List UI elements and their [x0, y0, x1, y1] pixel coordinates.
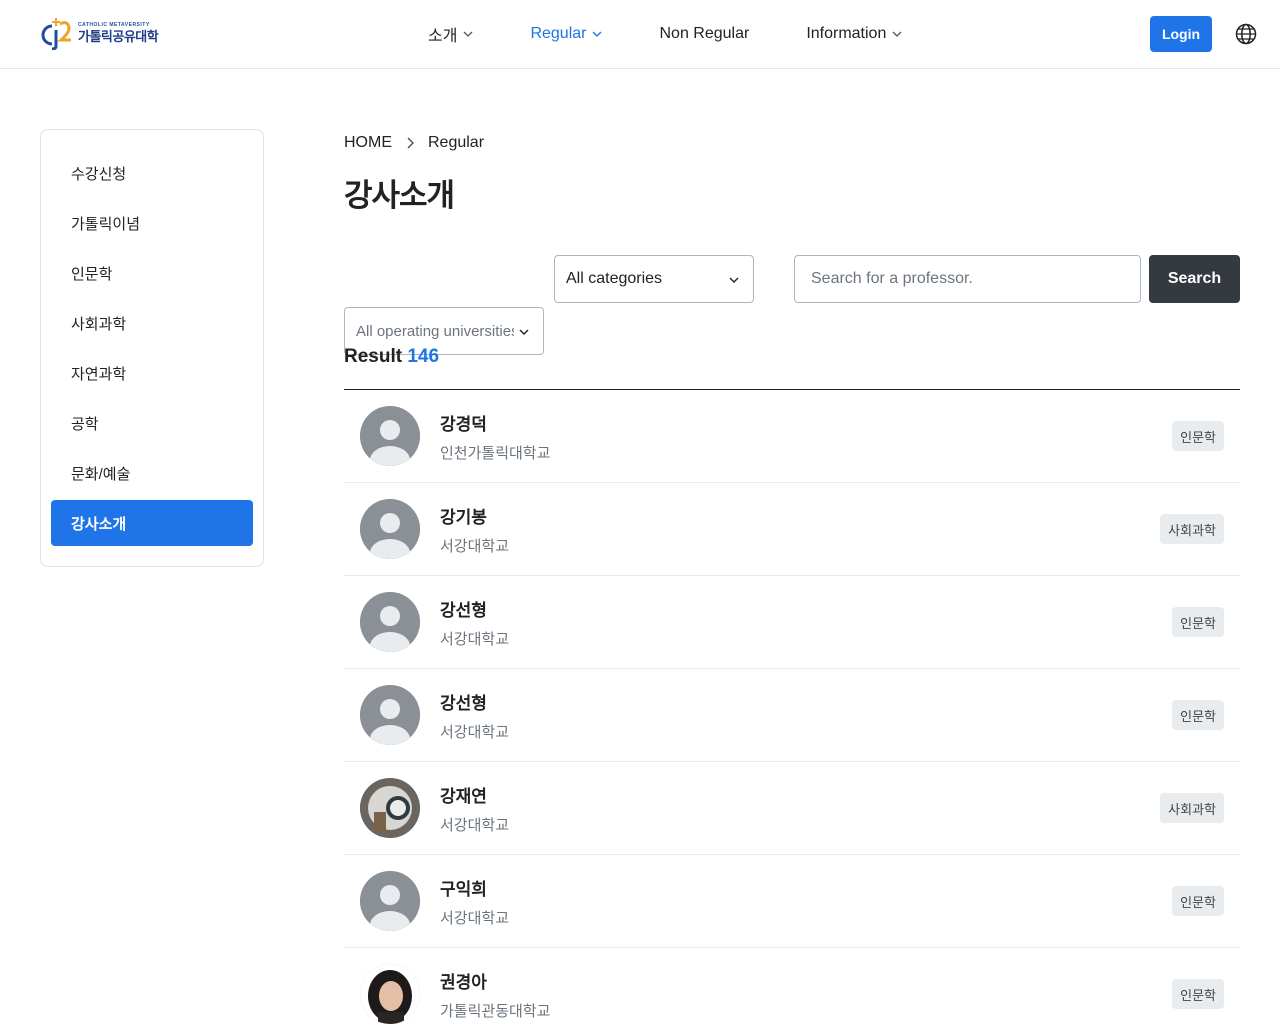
- breadcrumb: HOME Regular: [344, 132, 484, 154]
- category-select-value: All categories: [566, 270, 663, 287]
- sidebar-item-humanities[interactable]: 인문학: [51, 250, 253, 296]
- site-logo[interactable]: CATHOLIC METAVERSITY 가톨릭공유대학: [38, 16, 159, 50]
- nav-item-label: Non Regular: [659, 25, 750, 42]
- avatar-icon: [360, 499, 420, 559]
- nav-item-label: Regular: [530, 25, 587, 42]
- chevron-down-icon: [463, 31, 473, 37]
- avatar-icon: [360, 592, 420, 652]
- university-select-value: All operating universities: [356, 322, 514, 340]
- professor-name: 권경아: [440, 973, 487, 992]
- professor-row[interactable]: 강재연 서강대학교 사회과학: [344, 762, 1240, 855]
- sidebar-item-social-science[interactable]: 사회과학: [51, 300, 253, 346]
- sidebar-item-culture-arts[interactable]: 문화/예술: [51, 450, 253, 496]
- login-button[interactable]: Login: [1150, 16, 1212, 52]
- nav-item-intro[interactable]: 소개: [428, 22, 473, 46]
- page-title: 강사소개: [344, 178, 455, 213]
- professor-university: 가톨릭관동대학교: [440, 1003, 551, 1020]
- chevron-down-icon: [729, 277, 739, 283]
- nav-item-label: 소개: [428, 28, 458, 45]
- professor-name: 구익희: [440, 880, 487, 899]
- breadcrumb-current[interactable]: Regular: [428, 134, 484, 152]
- professor-name: 강경덕: [440, 415, 487, 434]
- globe-icon[interactable]: [1235, 23, 1257, 45]
- breadcrumb-home[interactable]: HOME: [344, 134, 392, 152]
- professor-university: 서강대학교: [440, 817, 510, 834]
- professor-row[interactable]: 강경덕 인천가톨릭대학교 인문학: [344, 390, 1240, 483]
- professor-row[interactable]: 구익희 서강대학교 인문학: [344, 855, 1240, 948]
- nav-item-label: Information: [806, 25, 887, 42]
- category-badge: 인문학: [1172, 979, 1224, 1009]
- professor-name: 강기봉: [440, 508, 487, 527]
- search-button[interactable]: Search: [1149, 255, 1240, 303]
- category-badge: 인문학: [1172, 700, 1224, 730]
- professor-university: 서강대학교: [440, 631, 510, 648]
- category-select[interactable]: All categories: [554, 255, 754, 303]
- professor-university: 서강대학교: [440, 538, 510, 555]
- avatar-photo: [360, 964, 420, 1024]
- sidebar-item-engineering[interactable]: 공학: [51, 400, 253, 446]
- chevron-down-icon: [892, 31, 902, 37]
- professor-row[interactable]: 강선형 서강대학교 인문학: [344, 576, 1240, 669]
- main-nav: 소개 Regular Non Regular Information: [428, 22, 959, 46]
- avatar-photo: [360, 778, 420, 838]
- professor-row[interactable]: 권경아 가톨릭관동대학교 인문학: [344, 948, 1240, 1024]
- chevron-right-icon: [407, 137, 414, 149]
- nav-item-information[interactable]: Information: [806, 22, 902, 46]
- category-badge: 인문학: [1172, 886, 1224, 916]
- category-badge: 인문학: [1172, 421, 1224, 451]
- professor-name: 강선형: [440, 694, 487, 713]
- category-badge: 인문학: [1172, 607, 1224, 637]
- result-label: Result: [344, 346, 403, 367]
- professor-list: 강경덕 인천가톨릭대학교 인문학 강기봉 서강대학교 사회과학 강선형 서강대학…: [344, 390, 1240, 1024]
- sidebar-item-instructors[interactable]: 강사소개: [51, 500, 253, 546]
- professor-university: 인천가톨릭대학교: [440, 445, 551, 462]
- chevron-down-icon: [519, 329, 529, 335]
- sidebar-item-catholic-ideology[interactable]: 가톨릭이념: [51, 200, 253, 246]
- professor-search-input[interactable]: [794, 255, 1141, 303]
- category-sidebar: 수강신청 가톨릭이념 인문학 사회과학 자연과학 공학 문화/예술 강사소개: [40, 129, 264, 567]
- filter-bar: All operating universities All categorie…: [344, 255, 1240, 355]
- logo-icon: [41, 18, 71, 50]
- nav-item-non-regular[interactable]: Non Regular: [659, 22, 749, 46]
- result-summary: Result 146: [344, 346, 439, 368]
- sidebar-item-natural-science[interactable]: 자연과학: [51, 350, 253, 396]
- professor-name: 강재연: [440, 787, 487, 806]
- category-badge: 사회과학: [1160, 514, 1224, 544]
- chevron-down-icon: [593, 31, 602, 37]
- professor-row[interactable]: 강선형 서강대학교 인문학: [344, 669, 1240, 762]
- site-header: CATHOLIC METAVERSITY 가톨릭공유대학 소개 Regular …: [0, 0, 1280, 69]
- professor-name: 강선형: [440, 601, 487, 620]
- category-badge: 사회과학: [1160, 793, 1224, 823]
- nav-item-regular[interactable]: Regular: [530, 22, 602, 46]
- sidebar-item-enrollment[interactable]: 수강신청: [51, 150, 253, 196]
- result-count: 146: [407, 346, 440, 367]
- professor-row[interactable]: 강기봉 서강대학교 사회과학: [344, 483, 1240, 576]
- professor-university: 서강대학교: [440, 910, 510, 927]
- logo-title: 가톨릭공유대학: [78, 29, 159, 44]
- logo-subtitle: CATHOLIC METAVERSITY: [78, 22, 150, 28]
- avatar-icon: [360, 406, 420, 466]
- professor-university: 서강대학교: [440, 724, 510, 741]
- avatar-icon: [360, 871, 420, 931]
- avatar-icon: [360, 685, 420, 745]
